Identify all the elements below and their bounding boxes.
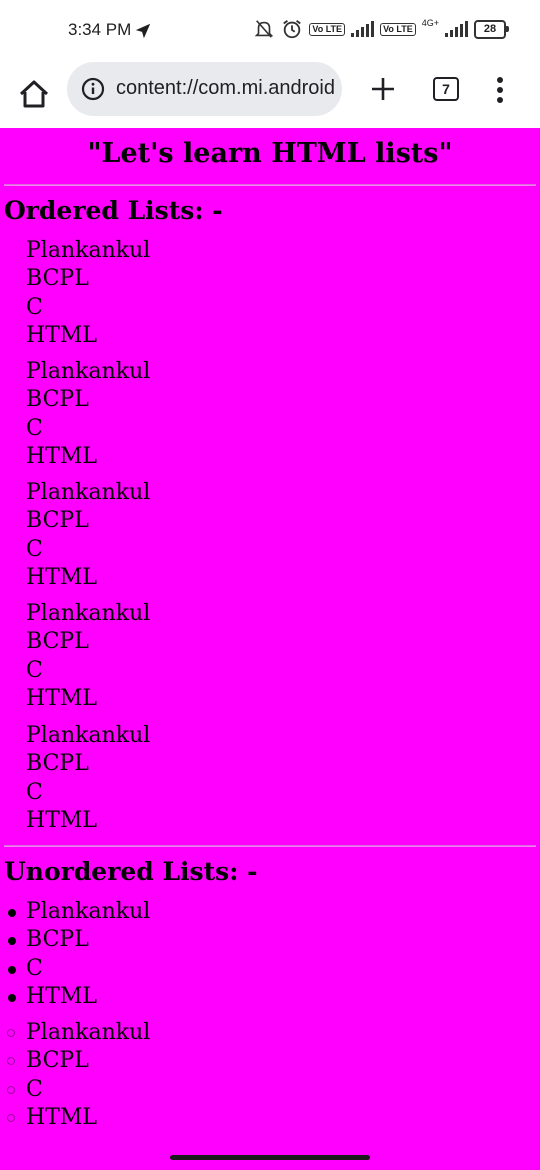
horizontal-rule <box>4 184 536 186</box>
signal-bars-icon <box>445 21 468 37</box>
list-item: HTML <box>0 983 150 1011</box>
unordered-list-circle: Plankankul BCPL C HTML <box>0 1019 150 1132</box>
info-icon[interactable] <box>81 77 105 101</box>
list-item: ii.BCPL <box>0 750 150 778</box>
list-item: BCPL <box>0 926 150 954</box>
tab-count: 7 <box>433 77 459 101</box>
list-item: iii.C <box>0 779 150 807</box>
list-item: C.C <box>0 415 150 443</box>
list-item: Plankankul <box>0 898 150 926</box>
list-item: III.C <box>0 657 150 685</box>
ordered-list-upper-roman: I.PlankankulII.BCPLIII.CIV.HTML <box>0 600 150 713</box>
network-type-label: 4G+ <box>421 18 439 28</box>
list-item: 4.HTML <box>0 322 150 350</box>
web-page-content: "Let's learn HTML lists" Ordered Lists: … <box>0 128 540 1170</box>
list-item: C <box>0 955 150 983</box>
ordered-list-lower-alpha: a.Plankankulb.BCPLc.Cd.HTML <box>0 479 150 592</box>
list-item: II.BCPL <box>0 628 150 656</box>
list-item-text: Plankankul <box>26 723 151 748</box>
battery-icon: 28 <box>474 19 509 39</box>
url-text[interactable]: content://com.mi.android <box>116 77 338 100</box>
list-item-text: BCPL <box>26 927 89 953</box>
home-icon[interactable] <box>16 76 52 112</box>
list-item-text: C <box>26 415 43 441</box>
disc-bullet-icon <box>8 965 16 974</box>
list-item: Plankankul <box>0 1019 150 1047</box>
list-item-text: C <box>26 1076 43 1102</box>
list-item-text: HTML <box>26 685 97 711</box>
ordered-list-decimal: 1.Plankankul2.BCPL3.C4.HTML <box>0 237 150 350</box>
list-item-text: HTML <box>26 322 97 348</box>
status-icons: Vo LTE Vo LTE 4G+ 28 <box>253 18 509 40</box>
circle-bullet-icon <box>7 1057 15 1066</box>
list-item: 1.Plankankul <box>0 237 150 265</box>
list-item-text: BCPL <box>26 629 89 655</box>
page-title: "Let's learn HTML lists" <box>87 138 453 169</box>
circle-bullet-icon <box>7 1029 15 1037</box>
list-item: I.Plankankul <box>0 600 150 628</box>
list-item-text: BCPL <box>26 387 89 413</box>
new-tab-plus-icon[interactable] <box>368 74 398 104</box>
ordered-list-upper-alpha: A.PlankankulB.BCPLC.CD.HTML <box>0 358 150 471</box>
list-item-text: C <box>26 536 43 562</box>
tab-switcher-button[interactable]: 7 <box>433 77 459 101</box>
gesture-navigation-bar[interactable] <box>170 1155 370 1160</box>
browser-toolbar: content://com.mi.android 7 <box>0 62 540 128</box>
list-item: A.Plankankul <box>0 358 150 386</box>
ordered-lists-heading: Ordered Lists: - <box>4 196 223 225</box>
list-item-text: C <box>26 294 43 320</box>
ordered-list-lower-roman: i.Plankankulii.BCPLiii.Civ.HTML <box>0 722 150 835</box>
list-item-text: BCPL <box>26 751 89 777</box>
list-item: 3.C <box>0 294 150 322</box>
list-item: HTML <box>0 1104 150 1132</box>
unordered-list-disc: Plankankul BCPL C HTML <box>0 898 150 1011</box>
list-item: d.HTML <box>0 564 150 592</box>
list-item-text: BCPL <box>26 266 89 292</box>
bell-muted-icon <box>255 20 274 38</box>
address-bar[interactable]: content://com.mi.android <box>67 62 342 116</box>
list-item-text: HTML <box>26 807 97 833</box>
circle-bullet-icon <box>7 1113 15 1122</box>
list-item-text: Plankankul <box>26 601 151 626</box>
list-item-text: Plankankul <box>26 1020 151 1045</box>
horizontal-rule <box>4 845 536 847</box>
list-item-text: Plankankul <box>26 238 151 263</box>
list-item-text: Plankankul <box>26 480 151 505</box>
list-item-text: HTML <box>26 564 97 590</box>
list-item: iv.HTML <box>0 807 150 835</box>
list-item: a.Plankankul <box>0 479 150 507</box>
volte-icon: Vo LTE <box>309 22 346 36</box>
list-item-text: Plankankul <box>26 359 151 384</box>
list-item-text: Plankankul <box>26 899 151 924</box>
disc-bullet-icon <box>8 937 16 946</box>
volte-icon: Vo LTE <box>380 22 416 36</box>
list-item: D.HTML <box>0 443 150 471</box>
list-item-text: BCPL <box>26 1048 89 1074</box>
list-item-text: HTML <box>26 443 97 469</box>
status-time: 3:34 PM <box>68 20 132 39</box>
list-item: c.C <box>0 536 150 564</box>
alarm-icon <box>283 20 302 39</box>
list-item: IV.HTML <box>0 685 150 713</box>
unordered-lists-heading: Unordered Lists: - <box>4 857 258 886</box>
list-item-text: BCPL <box>26 508 89 534</box>
list-item-text: C <box>26 657 43 683</box>
list-item: 2.BCPL <box>0 265 150 293</box>
list-item: i.Plankankul <box>0 722 150 750</box>
list-item-text: C <box>26 779 43 805</box>
disc-bullet-icon <box>8 993 16 1002</box>
list-item: B.BCPL <box>0 386 150 414</box>
list-item-text: HTML <box>26 983 97 1009</box>
status-bar: 3:34 PM Vo LTE Vo LTE 4G+ 28 <box>0 0 540 62</box>
list-item: C <box>0 1076 150 1104</box>
more-options-icon[interactable] <box>490 74 510 106</box>
list-item: BCPL <box>0 1047 150 1075</box>
list-item-text: HTML <box>26 1104 97 1130</box>
list-item-text: C <box>26 955 43 981</box>
location-arrow-icon <box>135 23 151 39</box>
circle-bullet-icon <box>7 1085 15 1094</box>
list-item: b.BCPL <box>0 507 150 535</box>
disc-bullet-icon <box>8 909 16 917</box>
signal-bars-icon <box>351 21 375 37</box>
